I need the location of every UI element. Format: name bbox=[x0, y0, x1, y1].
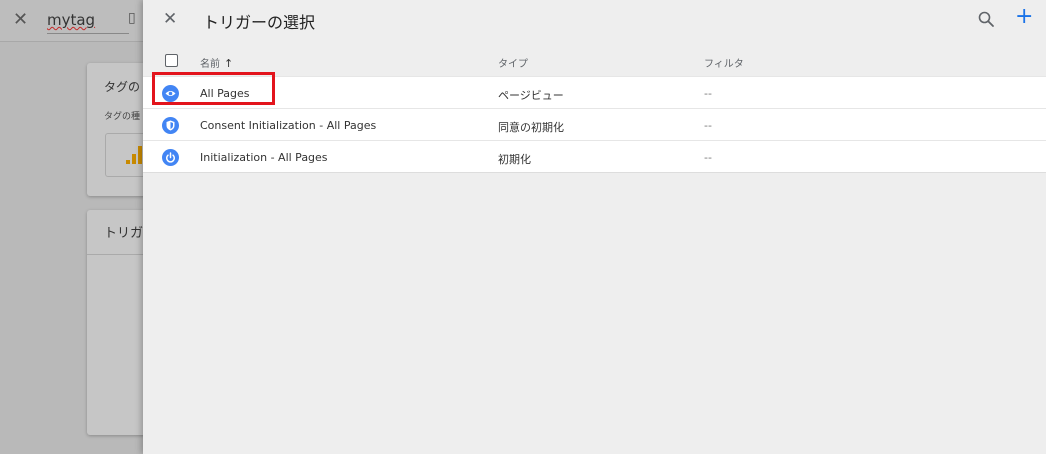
triggering-title: トリガ bbox=[104, 226, 144, 241]
trigger-table: 名前 ↑ タイプ フィルタ All Pages ページビュー -- Consen… bbox=[143, 42, 1046, 173]
sort-arrow-icon: ↑ bbox=[224, 57, 234, 70]
panel-header: ✕ トリガーの選択 + bbox=[143, 0, 1046, 42]
column-header-name[interactable]: 名前 ↑ bbox=[200, 55, 233, 70]
background-topbar: ✕ mytag ▯ bbox=[0, 0, 143, 42]
trigger-type: ページビュー bbox=[498, 89, 564, 102]
column-header-filter: フィルタ bbox=[704, 59, 744, 70]
trigger-name: Initialization - All Pages bbox=[200, 151, 328, 164]
trigger-type: 初期化 bbox=[498, 153, 531, 166]
tag-name-field: mytag bbox=[47, 11, 96, 29]
eye-icon bbox=[162, 85, 179, 102]
power-icon bbox=[162, 149, 179, 166]
search-icon[interactable] bbox=[977, 10, 995, 28]
close-icon[interactable]: ✕ bbox=[163, 9, 177, 29]
tag-type-label: タグの種 bbox=[104, 112, 141, 122]
trigger-name: Consent Initialization - All Pages bbox=[200, 119, 377, 132]
background-close-icon: ✕ bbox=[13, 9, 29, 30]
table-row[interactable]: All Pages ページビュー -- bbox=[143, 76, 1046, 108]
column-name-label: 名前 bbox=[200, 59, 220, 70]
table-row[interactable]: Consent Initialization - All Pages 同意の初期… bbox=[143, 108, 1046, 140]
trigger-name: All Pages bbox=[200, 87, 250, 100]
table-header: 名前 ↑ タイプ フィルタ bbox=[143, 42, 1046, 76]
tag-name-underline bbox=[47, 33, 129, 34]
trigger-filter: -- bbox=[704, 87, 712, 100]
tag-config-title: タグの bbox=[104, 80, 141, 94]
table-row[interactable]: Initialization - All Pages 初期化 -- bbox=[143, 140, 1046, 172]
shield-icon bbox=[162, 117, 179, 134]
select-all-checkbox[interactable] bbox=[165, 54, 178, 67]
column-header-type: タイプ bbox=[498, 59, 528, 70]
folder-icon: ▯ bbox=[128, 10, 136, 26]
trigger-filter: -- bbox=[704, 151, 712, 164]
panel-title: トリガーの選択 bbox=[203, 13, 316, 32]
trigger-filter: -- bbox=[704, 119, 712, 132]
trigger-type: 同意の初期化 bbox=[498, 121, 564, 134]
trigger-selection-panel: ✕ トリガーの選択 + 名前 ↑ タイプ フィルタ All Pages ページビュ… bbox=[143, 0, 1046, 454]
add-trigger-icon[interactable]: + bbox=[1015, 6, 1033, 28]
